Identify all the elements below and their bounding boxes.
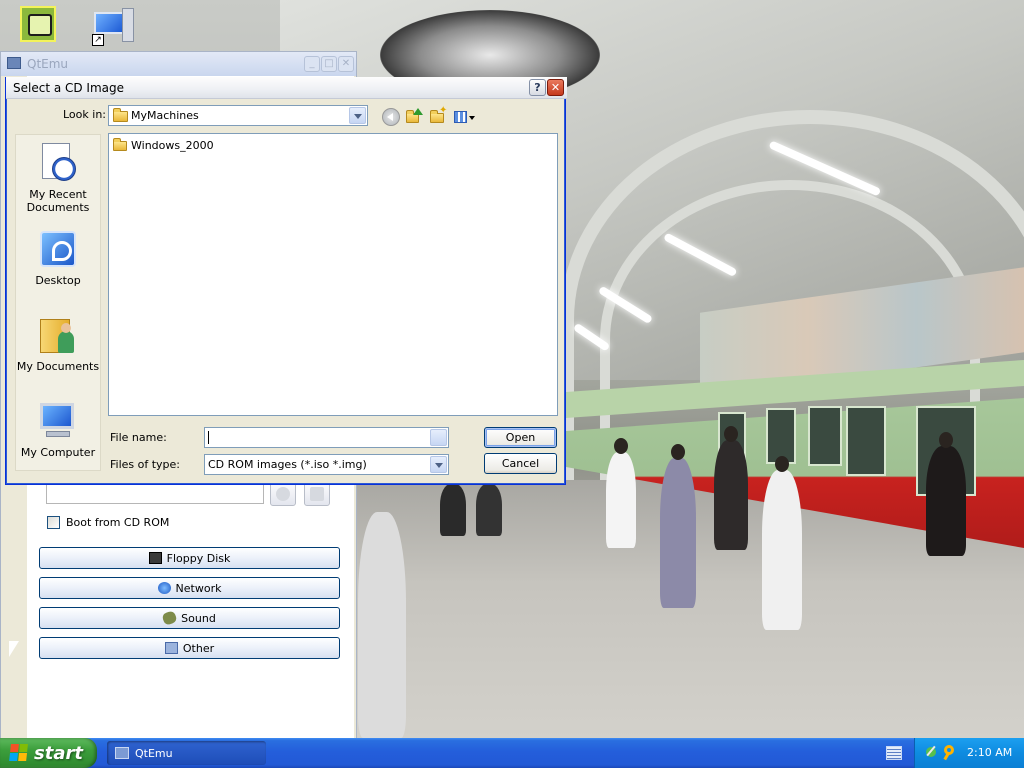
views-menu-button[interactable] (454, 108, 478, 126)
minimize-button[interactable]: _ (304, 56, 320, 72)
my-computer-desktop-icon[interactable]: ↗ (92, 8, 138, 46)
help-button[interactable]: ? (529, 79, 546, 96)
speaker-icon (161, 610, 178, 626)
network-label: Network (175, 581, 222, 595)
train-window (808, 406, 842, 466)
other-label: Other (182, 641, 215, 655)
back-button[interactable] (382, 108, 400, 126)
place-label: Desktop (35, 274, 81, 287)
place-my-recent-documents[interactable]: My Recent Documents (16, 141, 100, 214)
keyboard-layout-icon[interactable] (886, 746, 902, 760)
files-of-type-value: CD ROM images (*.iso *.img) (208, 458, 367, 471)
other-button[interactable]: Other (39, 637, 340, 659)
start-button[interactable]: start (0, 738, 97, 768)
boot-from-cd-label: Boot from CD ROM (66, 515, 170, 529)
tray-clock[interactable]: 2:10 AM (967, 746, 1012, 759)
system-tray: 2:10 AM (914, 738, 1024, 768)
windows-logo-icon (9, 744, 29, 762)
my-computer-icon (36, 399, 80, 443)
maximize-button[interactable]: □ (321, 56, 337, 72)
folder-icon (113, 108, 128, 122)
globe-icon (157, 582, 171, 594)
browse-icon (310, 487, 324, 501)
taskbar-item-qtemu[interactable]: QtEmu (107, 741, 266, 765)
wallpaper-person (926, 432, 966, 556)
shortcut-arrow-icon: ↗ (92, 34, 104, 46)
wallpaper-person (440, 484, 466, 536)
dialog-close-button[interactable]: ✕ (547, 79, 564, 96)
folder-icon (113, 138, 127, 151)
qtemu-window-title: QtEmu (27, 57, 69, 71)
dialog-titlebar[interactable]: Select a CD Image ? ✕ (6, 77, 567, 99)
place-my-computer[interactable]: My Computer (16, 399, 100, 459)
train-window (846, 406, 886, 476)
chevron-down-icon[interactable] (430, 456, 447, 473)
qtemu-desktop-icon[interactable] (20, 6, 56, 42)
start-label: start (34, 742, 83, 764)
file-name-input[interactable] (207, 429, 429, 446)
boot-from-cd-checkbox[interactable] (47, 515, 60, 529)
files-of-type-label: Files of type: (110, 458, 181, 471)
look-in-combo[interactable]: MyMachines (108, 105, 368, 126)
taskbar-item-label: QtEmu (135, 746, 173, 760)
close-button[interactable]: ✕ (338, 56, 354, 72)
place-label: My Recent Documents (26, 188, 90, 214)
qtemu-app-icon (7, 57, 21, 69)
mouse-cursor-icon (8, 640, 20, 659)
places-bar: My Recent Documents Desktop My Documents… (15, 134, 101, 471)
place-label: My Documents (16, 360, 100, 373)
network-button[interactable]: Network (39, 577, 340, 599)
place-my-documents[interactable]: My Documents (16, 313, 100, 373)
hardware-icon (164, 642, 178, 654)
desktop-icon (36, 227, 80, 271)
place-desktop[interactable]: Desktop (16, 227, 100, 287)
floppy-disk-button[interactable]: Floppy Disk (39, 547, 340, 569)
sound-button[interactable]: Sound (39, 607, 340, 629)
security-key-icon[interactable] (943, 745, 957, 759)
place-label: My Computer (20, 446, 96, 459)
cdrom-browse-button[interactable] (304, 482, 330, 506)
text-caret (208, 431, 209, 444)
cdrom-path-input[interactable] (46, 482, 264, 504)
qtemu-app-icon (115, 747, 129, 759)
cancel-button[interactable]: Cancel (484, 453, 557, 474)
wallpaper-person (606, 438, 636, 548)
files-of-type-combo[interactable]: CD ROM images (*.iso *.img) (204, 454, 449, 475)
wallpaper-person (476, 484, 502, 536)
floppy-disk-label: Floppy Disk (166, 551, 231, 565)
wallpaper-person (358, 512, 406, 738)
dialog-title: Select a CD Image (13, 81, 125, 95)
views-icon (454, 111, 467, 123)
chevron-down-icon[interactable] (430, 429, 447, 446)
floppy-icon (148, 552, 162, 564)
look-in-value: MyMachines (131, 109, 199, 122)
sound-label: Sound (181, 611, 216, 625)
my-documents-icon (36, 313, 80, 357)
chevron-down-icon[interactable] (349, 107, 366, 124)
open-button[interactable]: Open (484, 427, 557, 448)
file-name: Windows_2000 (131, 139, 214, 152)
boot-from-cd-row[interactable]: Boot from CD ROM (47, 514, 169, 530)
wallpaper-person (762, 456, 802, 630)
qtemu-titlebar[interactable]: QtEmu _ □ ✕ (1, 52, 356, 76)
file-list[interactable]: Windows_2000 (108, 133, 558, 416)
file-name-label: File name: (110, 431, 167, 444)
wallpaper-person (714, 426, 748, 550)
cdrom-reload-button[interactable] (270, 482, 296, 506)
reload-icon (276, 487, 290, 501)
look-in-label: Look in: (63, 108, 106, 121)
recent-documents-icon (36, 141, 80, 185)
network-status-icon[interactable] (925, 745, 939, 759)
file-name-combo[interactable] (204, 427, 449, 448)
taskbar: start QtEmu 2:10 AM (0, 738, 1024, 768)
select-cd-image-dialog: Select a CD Image ? ✕ Look in: MyMachine… (5, 77, 567, 485)
up-folder-button[interactable] (406, 108, 424, 126)
wallpaper-person (660, 444, 696, 608)
new-folder-button[interactable] (430, 105, 448, 126)
